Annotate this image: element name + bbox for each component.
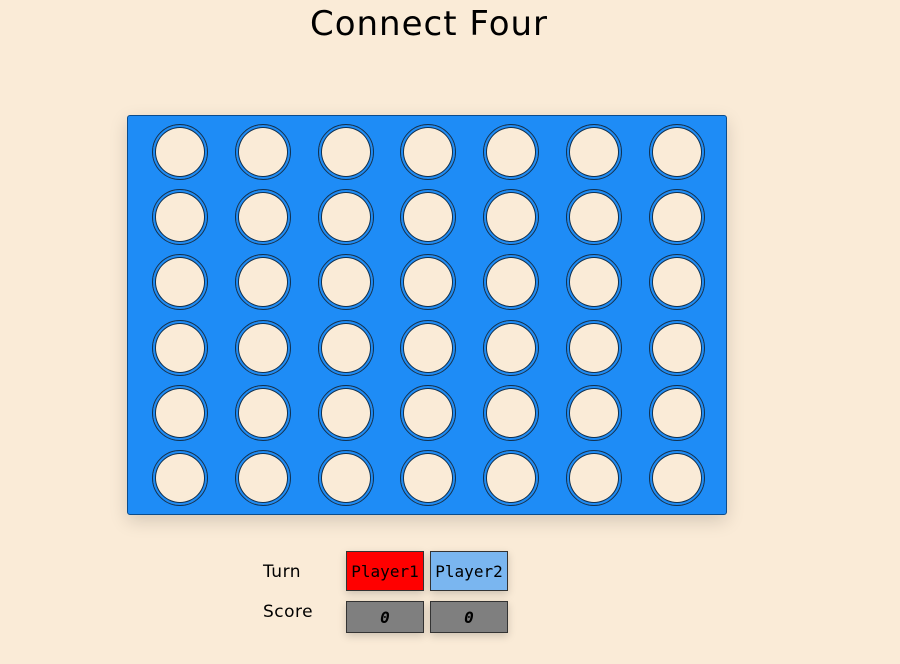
board-cell[interactable] [566, 450, 622, 506]
board-cell[interactable] [152, 124, 208, 180]
board-cell[interactable] [648, 319, 705, 376]
player2-turn-indicator: Player2 [430, 551, 508, 591]
game-board[interactable] [127, 115, 727, 515]
board-cell[interactable] [317, 450, 374, 506]
board-cell[interactable] [648, 254, 705, 311]
board-cell[interactable] [566, 254, 622, 311]
board-cell[interactable] [234, 189, 291, 246]
board-cell[interactable] [152, 384, 208, 441]
game-title: Connect Four [309, 4, 549, 44]
board-cell[interactable] [152, 319, 208, 376]
board-cell[interactable] [400, 189, 457, 246]
board-cell[interactable] [317, 384, 374, 441]
board-cell[interactable] [152, 450, 208, 506]
board-cell[interactable] [152, 189, 208, 246]
player1-score: 0 [346, 601, 424, 633]
board-cell[interactable] [566, 189, 622, 246]
board-cell[interactable] [648, 450, 705, 506]
board-cell[interactable] [566, 124, 622, 180]
board-cell[interactable] [234, 124, 291, 180]
board-cell[interactable] [400, 450, 457, 506]
board-cell[interactable] [483, 319, 540, 376]
board-cell[interactable] [234, 254, 291, 311]
board-cell[interactable] [317, 254, 374, 311]
board-cell[interactable] [317, 189, 374, 246]
board-cell[interactable] [317, 124, 374, 180]
board-cell[interactable] [483, 189, 540, 246]
board-cell[interactable] [317, 319, 374, 376]
board-cell[interactable] [648, 189, 705, 246]
player2-score: 0 [430, 601, 508, 633]
turn-label: Turn [263, 562, 302, 582]
board-cell[interactable] [566, 319, 622, 376]
board-cell[interactable] [234, 319, 291, 376]
board-cell[interactable] [483, 384, 540, 441]
board-cell[interactable] [648, 384, 705, 441]
board-cell[interactable] [234, 384, 291, 441]
board-cell[interactable] [400, 319, 457, 376]
board-cell[interactable] [400, 384, 457, 441]
board-cell[interactable] [400, 124, 457, 180]
board-cell[interactable] [234, 450, 291, 506]
board-cell[interactable] [648, 124, 705, 180]
board-cell[interactable] [566, 384, 622, 441]
player1-turn-indicator: Player1 [346, 551, 424, 591]
board-cell[interactable] [152, 254, 208, 311]
board-cell[interactable] [483, 450, 540, 506]
board-cell[interactable] [400, 254, 457, 311]
score-label: Score [263, 602, 314, 622]
board-cell[interactable] [483, 254, 540, 311]
board-cell[interactable] [483, 124, 540, 180]
